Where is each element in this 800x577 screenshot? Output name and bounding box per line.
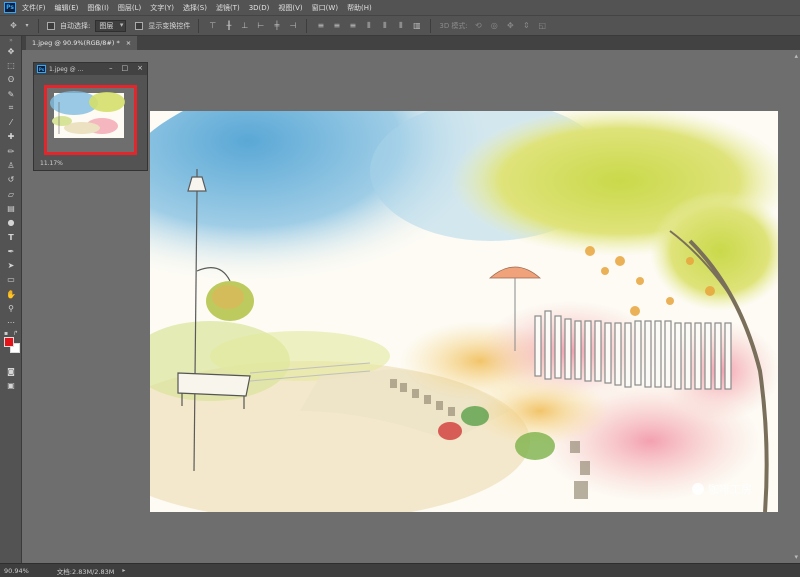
navigator-header[interactable]: Ps 1.jpeg @ ... – □ × <box>34 63 147 75</box>
watermark-text: 咖啡工房 <box>708 482 752 496</box>
menu-filter[interactable]: 滤镜(T) <box>216 3 240 13</box>
divider <box>306 18 308 33</box>
align-right-icon[interactable]: ⊣ <box>287 20 298 31</box>
3d-pan-icon[interactable]: ✥ <box>505 20 516 31</box>
menu-window[interactable]: 窗口(W) <box>312 3 338 13</box>
menu-3d[interactable]: 3D(D) <box>249 4 270 12</box>
watercolor-park-illustration: 咖啡工房 <box>150 111 778 512</box>
menu-edit[interactable]: 编辑(E) <box>55 3 79 13</box>
eraser-tool-icon[interactable]: ▱ <box>0 187 22 201</box>
lasso-tool-icon[interactable]: ʘ <box>0 73 22 87</box>
document-tab-title: 1.jpeg @ 90.9%(RGB/8#) * <box>32 39 120 47</box>
navigator-thumbnail-frame[interactable] <box>44 85 137 155</box>
document-tab[interactable]: 1.jpeg @ 90.9%(RGB/8#) * × <box>26 36 138 50</box>
photoshop-logo-icon[interactable]: Ps <box>4 2 16 13</box>
3d-mode-label: 3D 模式: <box>439 21 468 30</box>
pen-tool-icon[interactable]: ✒ <box>0 244 22 258</box>
menu-file[interactable]: 文件(F) <box>22 3 46 13</box>
status-menu-icon[interactable]: ▸ <box>122 567 125 574</box>
navigator-zoom-value[interactable]: 11.17% <box>40 160 63 167</box>
align-hcenter-icon[interactable]: ╪ <box>271 20 282 31</box>
auto-select-label: 自动选择: <box>60 21 91 30</box>
scroll-up-icon[interactable]: ▴ <box>794 52 798 60</box>
auto-align-icon[interactable]: ▥ <box>411 20 422 31</box>
quick-select-tool-icon[interactable]: ✎ <box>0 87 22 101</box>
show-transform-checkbox[interactable] <box>135 21 144 30</box>
divider <box>198 18 200 33</box>
gradient-tool-icon[interactable]: ▤ <box>0 201 22 215</box>
distribute-left-icon[interactable]: ⦀ <box>363 20 374 31</box>
type-tool-icon[interactable]: T <box>0 230 22 244</box>
clone-stamp-tool-icon[interactable]: ♙ <box>0 158 22 172</box>
align-top-icon[interactable]: ⊤ <box>207 20 218 31</box>
maximize-icon[interactable]: □ <box>122 64 129 72</box>
window-controls: – □ × <box>109 64 143 72</box>
scroll-down-icon[interactable]: ▾ <box>794 553 798 561</box>
crop-tool-icon[interactable]: ⌗ <box>0 101 22 115</box>
default-colors-icon[interactable]: ▪ <box>4 330 8 337</box>
distribute-right-icon[interactable]: ⦀ <box>395 20 406 31</box>
screen-mode-icon[interactable]: ▣ <box>0 378 22 392</box>
auto-select-checkbox[interactable] <box>47 21 55 30</box>
auto-select-dropdown[interactable]: 图层 <box>95 19 127 32</box>
menu-image[interactable]: 图像(I) <box>87 3 109 13</box>
distribute-hcenter-icon[interactable]: ⦀ <box>379 20 390 31</box>
show-transform-label: 显示变换控件 <box>148 21 191 30</box>
distribute-top-icon[interactable]: ≡ <box>315 20 326 31</box>
swap-colors-icon[interactable]: ↱ <box>13 330 18 337</box>
options-bar: ✥ ▾ 自动选择: 图层 显示变换控件 ⊤ ╫ ⊥ ⊢ ╪ ⊣ ≡ ≡ ≡ ⦀ … <box>0 15 800 36</box>
navigator-thumbnail <box>47 88 134 152</box>
tools-panel: » ✥ ⬚ ʘ ✎ ⌗ ⁄ ✚ ✏ ♙ ↺ ▱ ▤ ● T ✒ ➤ ▭ ✋ ⚲ … <box>0 36 22 566</box>
chevron-down-icon[interactable]: ▾ <box>24 20 30 31</box>
color-swatches: ↱ ▪ <box>0 330 21 364</box>
menu-type[interactable]: 文字(Y) <box>150 3 174 13</box>
eyedropper-tool-icon[interactable]: ⁄ <box>0 115 22 129</box>
wechat-logo-icon <box>692 483 704 495</box>
divider <box>430 18 432 33</box>
distribute-vcenter-icon[interactable]: ≡ <box>331 20 342 31</box>
path-select-tool-icon[interactable]: ➤ <box>0 258 22 272</box>
3d-roll-icon[interactable]: ◎ <box>489 20 500 31</box>
close-icon[interactable]: × <box>126 39 131 47</box>
marquee-tool-icon[interactable]: ⬚ <box>0 58 22 72</box>
photoshop-logo-icon: Ps <box>37 65 46 73</box>
panel-collapse-icon[interactable]: » <box>0 36 22 44</box>
3d-rotate-icon[interactable]: ⟲ <box>473 20 484 31</box>
document-size-info[interactable]: 文档:2.83M/2.83M <box>57 566 115 576</box>
3d-scale-icon[interactable]: ◱ <box>537 20 548 31</box>
move-tool-icon[interactable]: ✥ <box>0 44 22 58</box>
move-tool-icon[interactable]: ✥ <box>8 20 19 31</box>
divider <box>38 18 39 33</box>
history-brush-tool-icon[interactable]: ↺ <box>0 173 22 187</box>
menu-select[interactable]: 选择(S) <box>183 3 207 13</box>
status-bar: 90.94% 文档:2.83M/2.83M ▸ <box>0 563 800 577</box>
foreground-color-swatch[interactable] <box>4 336 14 347</box>
navigator-title: 1.jpeg @ ... <box>49 65 84 73</box>
shape-tool-icon[interactable]: ▭ <box>0 273 22 287</box>
menu-layer[interactable]: 图层(L) <box>118 3 141 13</box>
menu-help[interactable]: 帮助(H) <box>347 3 372 13</box>
brush-tool-icon[interactable]: ✏ <box>0 144 22 158</box>
document-tab-bar: 1.jpeg @ 90.9%(RGB/8#) * × <box>22 36 800 50</box>
menu-view[interactable]: 视图(V) <box>278 3 302 13</box>
minimize-icon[interactable]: – <box>109 64 113 72</box>
navigator-panel: Ps 1.jpeg @ ... – □ × 11.17% <box>33 62 148 171</box>
document-canvas[interactable]: 咖啡工房 <box>150 111 778 512</box>
quick-mask-icon[interactable]: ◙ <box>0 364 22 378</box>
align-vcenter-icon[interactable]: ╫ <box>223 20 234 31</box>
hand-tool-icon[interactable]: ✋ <box>0 287 22 301</box>
zoom-level[interactable]: 90.94% <box>4 567 29 575</box>
align-bottom-icon[interactable]: ⊥ <box>239 20 250 31</box>
align-left-icon[interactable]: ⊢ <box>255 20 266 31</box>
dodge-tool-icon[interactable]: ● <box>0 216 22 230</box>
close-icon[interactable]: × <box>137 64 143 72</box>
menu-bar: Ps 文件(F) 编辑(E) 图像(I) 图层(L) 文字(Y) 选择(S) 滤… <box>0 0 800 15</box>
more-tools-icon[interactable]: ⋯ <box>0 316 22 330</box>
3d-slide-icon[interactable]: ⇕ <box>521 20 532 31</box>
zoom-tool-icon[interactable]: ⚲ <box>0 301 22 315</box>
distribute-bottom-icon[interactable]: ≡ <box>347 20 358 31</box>
healing-brush-tool-icon[interactable]: ✚ <box>0 130 22 144</box>
